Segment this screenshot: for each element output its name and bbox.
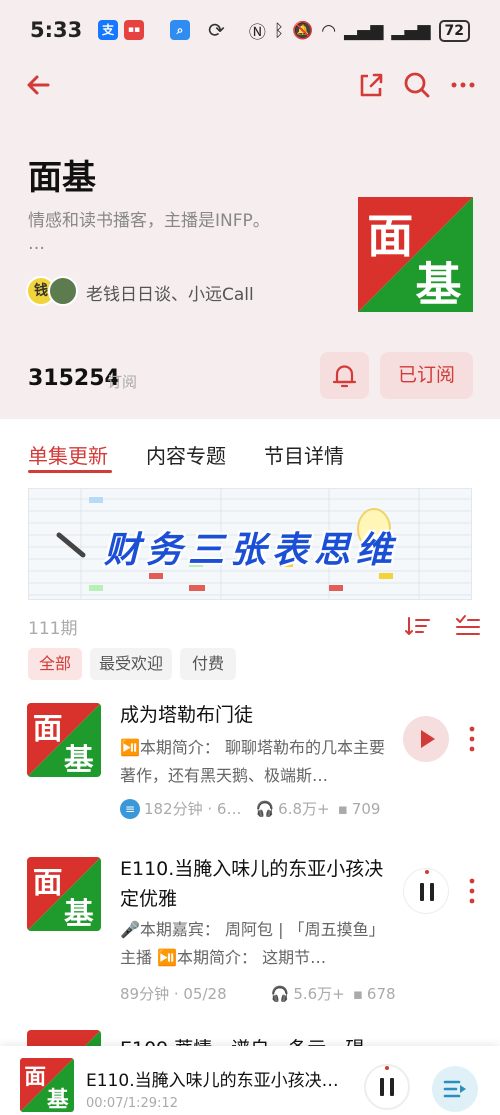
status-right: Ⓝ ᛒ 🔕 ◠ ▂▄▆ ▂▄▆ 72 [249,18,470,43]
multi-select-icon[interactable] [454,612,482,640]
cover-char-1: 面 [33,712,63,746]
episode-meta: 89分钟 · 05/28 🎧 5.6万+ ▪ 678 [120,983,400,1004]
tab-episodes[interactable]: 单集更新 [28,440,108,469]
alipay-icon: 支 [98,20,118,40]
cover-char-1: 面 [33,866,63,900]
search-icon[interactable] [400,68,434,102]
back-arrow-icon[interactable] [22,68,56,102]
cover-char-2: 基 [47,1088,69,1112]
banner-title: 财务三张表思维 [103,530,398,571]
description-expand[interactable]: … [28,234,45,254]
episode-duration: 182分钟 · 6… [144,800,242,818]
battery-icon: 72 [438,19,470,42]
text-note-icon: ≡ [120,798,140,819]
player-pause-button[interactable] [364,1064,410,1110]
playlist-button[interactable] [432,1066,478,1112]
share-icon[interactable] [354,68,388,102]
pause-icon [420,870,434,901]
signal-icon: ▂▄▆ [344,20,384,41]
play-icon [421,730,435,748]
more-options-icon[interactable] [464,876,480,906]
cover-art: 面 基 [358,197,473,312]
cover-char-1: 面 [367,209,413,263]
headphones-icon: 🎧 [255,799,275,818]
episode-comments: 678 [366,984,396,1003]
host-avatars[interactable]: 钱 [26,276,82,308]
tab-details[interactable]: 节目详情 [264,440,344,469]
episode-meta: ≡ 182分钟 · 6… 🎧 6.8万+ ▪ 709 [120,798,400,819]
cover-art: 面 基 [27,703,101,777]
tab-topics[interactable]: 内容专题 [146,440,226,469]
episode-plays: 6.8万+ [278,800,330,818]
cover-char-2: 基 [64,743,94,777]
episode-description[interactable]: ⏯️本期简介： 聊聊塔勒布的几本主要著作，还有黑天鹅、极端斯… [120,734,390,790]
more-options-icon[interactable] [464,724,480,754]
cover-char-2: 基 [64,897,94,931]
player-title[interactable]: E110.当腌入味儿的东亚小孩决… [86,1066,356,1091]
episode-duration: 89分钟 · 05/28 [120,985,227,1003]
tab-underline [28,470,112,473]
signal2-icon: ▂▄▆ [391,20,431,41]
filter-popular[interactable]: 最受欢迎 [90,648,172,680]
bluetooth-icon: ᛒ [273,20,285,41]
bell-icon [332,365,357,388]
comment-icon: ▪ [352,984,363,1003]
more-icon[interactable] [446,68,480,102]
wifi-icon: ◠ [321,20,337,41]
playlist-icon [443,1080,466,1098]
episode-title[interactable]: E110.当腌入味儿的东亚小孩决定优雅 [120,854,390,914]
subscriber-unit: 订阅 [107,373,138,391]
podcast-hosts[interactable]: 老钱日日谈、小远Call [86,280,254,305]
subscribed-button[interactable]: 已订阅 [380,352,473,399]
pause-icon [380,1066,394,1096]
player-time: 00:07/1:29:12 [86,1096,178,1111]
nfc-icon: Ⓝ [248,23,266,43]
cover-art: 面 基 [27,857,101,931]
app-notification-icon: ▪▪ [124,20,144,40]
sort-icon[interactable] [404,612,432,640]
sync-icon: ⟳ [208,18,225,42]
episode-plays: 5.6万+ [293,985,345,1003]
play-button[interactable] [403,716,449,762]
filter-paid[interactable]: 付费 [180,648,236,680]
avatar [48,276,78,306]
cover-char-1: 面 [24,1065,46,1090]
mute-icon: 🔕 [292,20,314,41]
episode-description[interactable]: 🎤本期嘉宾： 周阿包 | 「周五摸鱼」主播 ⏯️本期简介： 这期节… [120,916,390,972]
pause-button[interactable] [403,868,449,914]
comment-icon: ▪ [337,799,348,818]
episode-cover[interactable]: 面 基 [27,703,101,777]
cover-art: 面 基 [20,1058,74,1112]
podcast-description[interactable]: 情感和读书播客，主播是INFP。 [28,206,270,231]
cover-char-2: 基 [416,258,462,312]
podcast-title: 面基 [28,158,96,198]
status-time: 5:33 [30,18,83,42]
divider [0,418,500,419]
notification-bell-button[interactable] [320,352,369,399]
episode-title[interactable]: 成为塔勒布门徒 [120,700,390,730]
episode-count: 111期 [28,619,78,639]
podcast-cover: 面 基 [358,197,473,312]
episode-comments: 709 [351,799,381,818]
mini-player-cover[interactable]: 面 基 [20,1058,74,1112]
status-bar: 5:33 支 ▪▪ ⌕ ⟳ Ⓝ ᛒ 🔕 ◠ ▂▄▆ ▂▄▆ 72 [0,0,500,62]
episode-cover[interactable]: 面 基 [27,857,101,931]
search-app-icon: ⌕ [170,20,190,40]
filter-all[interactable]: 全部 [28,648,82,680]
promo-banner[interactable]: 财务三张表思维 [28,488,472,600]
headphones-icon: 🎧 [270,984,290,1003]
